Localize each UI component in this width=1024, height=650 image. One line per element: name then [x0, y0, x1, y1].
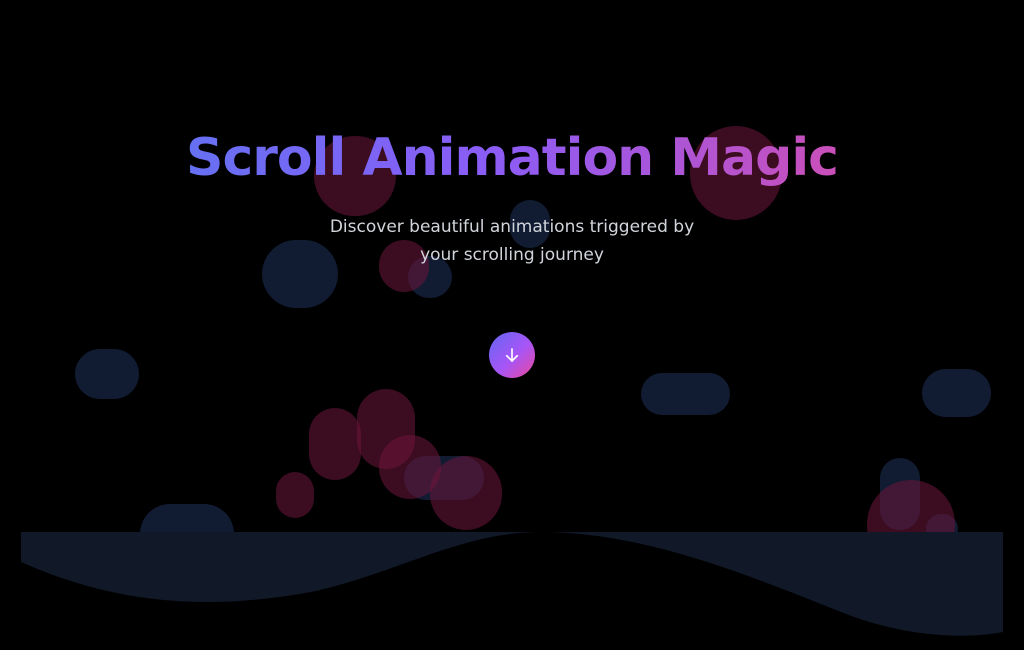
page-subtitle: Discover beautiful animations triggered …: [329, 217, 695, 265]
floating-blob: [75, 349, 139, 399]
floating-blob: [641, 373, 730, 415]
floating-blob: [309, 408, 361, 480]
arrow-down-icon: [503, 346, 521, 364]
floating-blob: [430, 456, 502, 530]
page-title: Scroll Animation Magic: [0, 122, 1024, 194]
wave-divider: [21, 532, 1003, 650]
scroll-down-button[interactable]: [489, 332, 535, 378]
floating-blob: [276, 472, 314, 518]
hero-section: Scroll Animation Magic Discover beautifu…: [0, 0, 1024, 650]
floating-blob: [922, 369, 991, 417]
